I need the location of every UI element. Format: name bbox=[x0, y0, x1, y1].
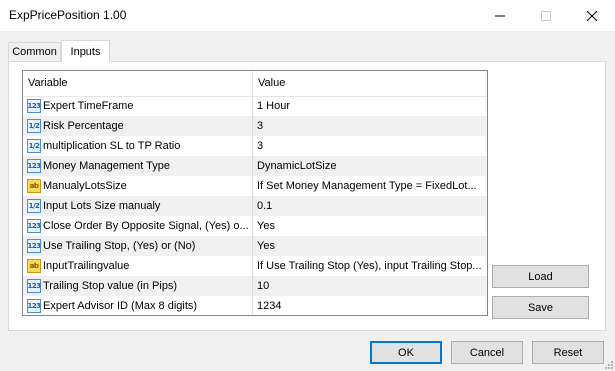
column-header-value[interactable]: Value bbox=[253, 71, 487, 96]
table-row[interactable]: 1/2 Risk Percentage 3 bbox=[23, 116, 487, 136]
cancel-button[interactable]: Cancel bbox=[451, 341, 523, 364]
string-type-icon: ab bbox=[27, 179, 41, 193]
value-cell[interactable]: 1234 bbox=[257, 296, 483, 315]
value-cell[interactable]: 0.1 bbox=[257, 196, 483, 216]
variable-name: Expert Advisor ID (Max 8 digits) bbox=[43, 300, 198, 312]
cell-divider bbox=[252, 216, 253, 236]
variable-name: Close Order By Opposite Signal, (Yes) o.… bbox=[43, 220, 249, 232]
variable-name: Risk Percentage bbox=[43, 120, 124, 132]
fraction-type-icon: 1/2 bbox=[27, 119, 41, 133]
maximize-icon bbox=[523, 0, 569, 31]
table-row[interactable]: ab ManualyLotsSize If Set Money Management… bbox=[23, 176, 487, 196]
cell-divider bbox=[252, 176, 253, 196]
cell-divider bbox=[252, 96, 253, 116]
table-row[interactable]: 1/2 multiplication SL to TP Ratio 3 bbox=[23, 136, 487, 156]
number-type-icon: 123 bbox=[27, 99, 41, 113]
tab-common[interactable]: Common bbox=[8, 42, 61, 61]
value-cell[interactable]: 3 bbox=[257, 136, 483, 156]
inputs-panel: Variable Value 123 Expert TimeFrame 1 Hour… bbox=[8, 61, 606, 331]
table-row[interactable]: 123 Expert Advisor ID (Max 8 digits) 1234 bbox=[23, 296, 487, 315]
table-row[interactable]: 123 Money Management Type DynamicLotSize bbox=[23, 156, 487, 176]
value-cell[interactable]: DynamicLotSize bbox=[257, 156, 483, 176]
value-cell[interactable]: 10 bbox=[257, 276, 483, 296]
save-button[interactable]: Save bbox=[492, 296, 589, 319]
table-row[interactable]: 123 Expert TimeFrame 1 Hour bbox=[23, 96, 487, 116]
variable-name: InputTrailingvalue bbox=[43, 260, 130, 272]
title-bar: ExpPricePosition 1.00 bbox=[0, 0, 615, 31]
value-cell[interactable]: If Use Trailing Stop (Yes), input Traili… bbox=[257, 256, 483, 276]
close-icon[interactable] bbox=[569, 0, 615, 31]
number-type-icon: 123 bbox=[27, 299, 41, 313]
variable-name: multiplication SL to TP Ratio bbox=[43, 140, 181, 152]
value-cell[interactable]: 1 Hour bbox=[257, 96, 483, 116]
resize-grip-icon[interactable] bbox=[603, 359, 613, 369]
load-button[interactable]: Load bbox=[492, 265, 589, 288]
value-cell[interactable]: 3 bbox=[257, 116, 483, 136]
number-type-icon: 123 bbox=[27, 159, 41, 173]
variable-name: Expert TimeFrame bbox=[43, 100, 134, 112]
variable-name: Input Lots Size manualy bbox=[43, 200, 161, 212]
variable-name: Money Management Type bbox=[43, 160, 170, 172]
cell-divider bbox=[252, 236, 253, 256]
value-cell[interactable]: Yes bbox=[257, 216, 483, 236]
reset-button[interactable]: Reset bbox=[532, 341, 604, 364]
inputs-grid: Variable Value 123 Expert TimeFrame 1 Hour… bbox=[22, 70, 488, 316]
value-cell[interactable]: If Set Money Management Type = FixedLot.… bbox=[257, 176, 483, 196]
cell-divider bbox=[252, 256, 253, 276]
window-title: ExpPricePosition 1.00 bbox=[9, 8, 127, 22]
variable-name: Trailing Stop value (in Pips) bbox=[43, 280, 178, 292]
cell-divider bbox=[252, 136, 253, 156]
table-row[interactable]: 123 Use Trailing Stop, (Yes) or (No) Yes bbox=[23, 236, 487, 256]
value-cell[interactable]: Yes bbox=[257, 236, 483, 256]
fraction-type-icon: 1/2 bbox=[27, 199, 41, 213]
table-row[interactable]: 123 Trailing Stop value (in Pips) 10 bbox=[23, 276, 487, 296]
minimize-icon[interactable] bbox=[477, 0, 523, 31]
cell-divider bbox=[252, 116, 253, 136]
tab-inputs[interactable]: Inputs bbox=[61, 40, 110, 62]
number-type-icon: 123 bbox=[27, 239, 41, 253]
cell-divider bbox=[252, 156, 253, 176]
string-type-icon: ab bbox=[27, 259, 41, 273]
grid-header: Variable Value bbox=[23, 71, 487, 97]
variable-name: Use Trailing Stop, (Yes) or (No) bbox=[43, 240, 196, 252]
column-header-variable[interactable]: Variable bbox=[23, 71, 252, 96]
table-row[interactable]: ab InputTrailingvalue If Use Trailing Stop… bbox=[23, 256, 487, 276]
number-type-icon: 123 bbox=[27, 279, 41, 293]
cell-divider bbox=[252, 296, 253, 315]
cell-divider bbox=[252, 276, 253, 296]
variable-name: ManualyLotsSize bbox=[43, 180, 127, 192]
table-row[interactable]: 123 Close Order By Opposite Signal, (Yes)… bbox=[23, 216, 487, 236]
number-type-icon: 123 bbox=[27, 219, 41, 233]
table-row[interactable]: 1/2 Input Lots Size manualy 0.1 bbox=[23, 196, 487, 216]
fraction-type-icon: 1/2 bbox=[27, 139, 41, 153]
ok-button[interactable]: OK bbox=[370, 341, 442, 364]
cell-divider bbox=[252, 196, 253, 216]
